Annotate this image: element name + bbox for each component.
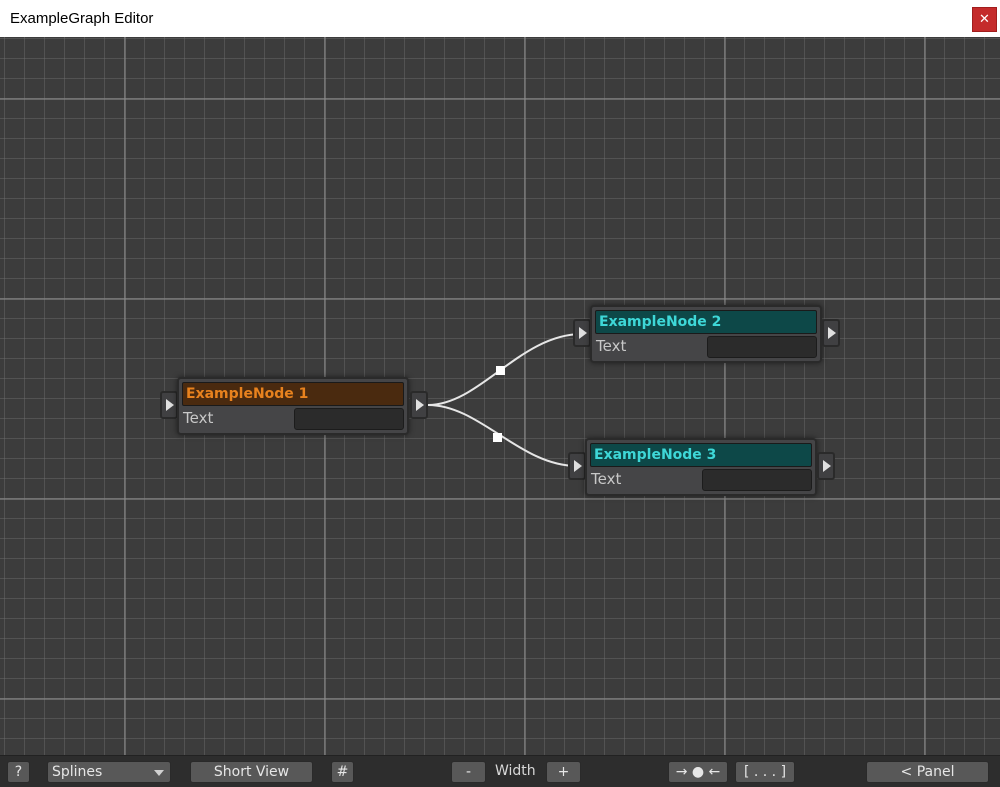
window-title: ExampleGraph Editor xyxy=(10,10,154,27)
connection-1-3 xyxy=(427,404,578,467)
panel-toggle-button[interactable]: < Panel xyxy=(866,761,989,783)
center-view-button[interactable]: → ● ← xyxy=(668,761,728,783)
node3-input-port[interactable] xyxy=(568,452,586,480)
node-1-text-input[interactable] xyxy=(294,408,404,430)
fit-view-button[interactable]: [ . . . ] xyxy=(735,761,795,783)
close-button[interactable]: ✕ xyxy=(972,7,997,32)
node2-output-port[interactable] xyxy=(822,319,840,347)
title-bar: ExampleGraph Editor ✕ xyxy=(0,0,1000,37)
chevron-down-icon xyxy=(154,770,164,776)
node1-input-port[interactable] xyxy=(160,391,178,419)
node-3-text-input[interactable] xyxy=(702,469,812,491)
line-mode-value: Splines xyxy=(52,764,103,780)
node-2-field-label: Text xyxy=(596,337,627,355)
grid-toggle-button[interactable]: # xyxy=(331,761,354,783)
width-increase-button[interactable]: + xyxy=(546,761,581,783)
line-mode-select[interactable]: Splines xyxy=(47,761,171,783)
node-3-title[interactable]: ExampleNode 3 xyxy=(590,443,812,467)
node-2-text-input[interactable] xyxy=(707,336,817,358)
node-2-title[interactable]: ExampleNode 2 xyxy=(595,310,817,334)
bottom-toolbar: ? Splines Short View # - Width + → ● ← [… xyxy=(0,755,1000,787)
node-3-field-label: Text xyxy=(591,470,622,488)
node-2[interactable]: ExampleNode 2 Text xyxy=(590,305,822,363)
help-button[interactable]: ? xyxy=(7,761,30,783)
connection-handle-1-3[interactable] xyxy=(493,433,502,442)
node2-input-port[interactable] xyxy=(573,319,591,347)
node-1[interactable]: ExampleNode 1 Text xyxy=(177,377,409,435)
connections-layer xyxy=(427,333,583,467)
node3-output-port[interactable] xyxy=(817,452,835,480)
width-label: Width xyxy=(495,763,536,779)
short-view-button[interactable]: Short View xyxy=(190,761,313,783)
node-1-title[interactable]: ExampleNode 1 xyxy=(182,382,404,406)
node-1-field-label: Text xyxy=(183,409,214,427)
node-3[interactable]: ExampleNode 3 Text xyxy=(585,438,817,496)
width-decrease-button[interactable]: - xyxy=(451,761,486,783)
connection-handle-1-2[interactable] xyxy=(496,366,505,375)
node1-output-port[interactable] xyxy=(410,391,428,419)
graph-canvas[interactable]: ExampleNode 1 Text ExampleNode 2 Text Ex… xyxy=(0,37,1000,755)
